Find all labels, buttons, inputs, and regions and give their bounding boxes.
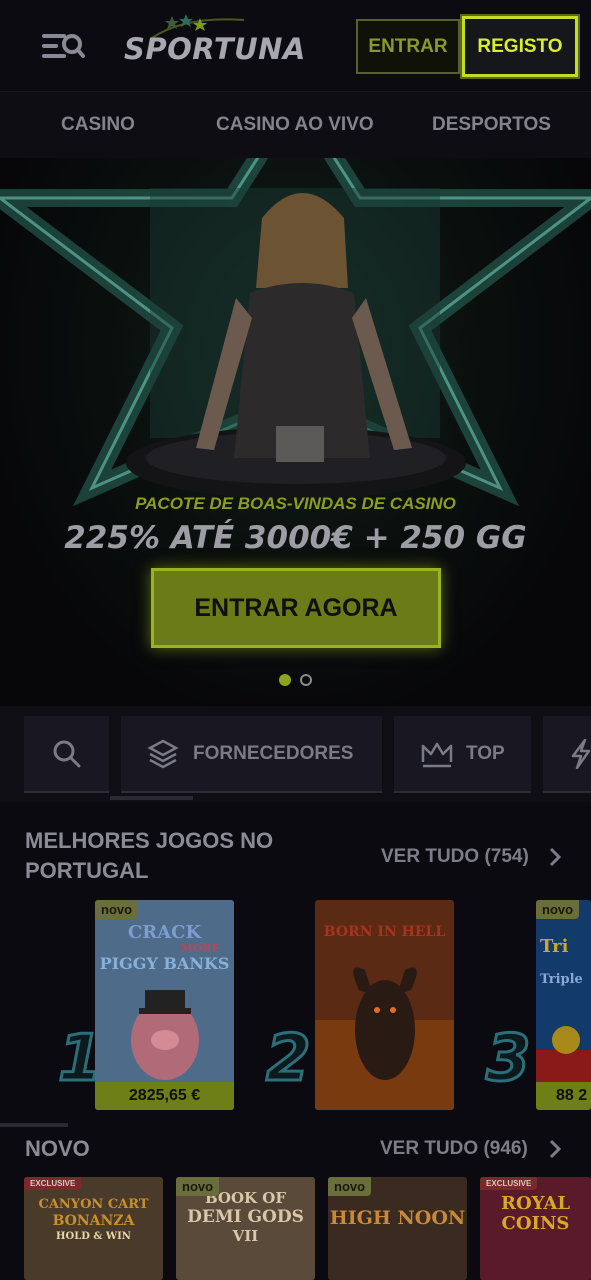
top-nav: CASINO CASINO AO VIVO DESPORTOS [0,92,591,158]
top-games-title-line2: PORTUGAL [25,858,149,883]
game-card-royal-coins[interactable]: ROYAL COINS EXCLUSIVE [480,1177,591,1280]
game-title-line: COINS [501,1213,570,1234]
new-badge: novo [176,1177,220,1196]
register-button[interactable]: REGISTO [462,16,578,77]
new-badge: novo [328,1177,372,1196]
carousel-dot-2[interactable] [300,674,312,686]
game-title-line: VII [232,1227,259,1245]
top-games-see-all[interactable]: VER TUDO (754) [381,846,529,868]
game-title-line: HIGH NOON [329,1207,466,1229]
new-badge: novo [95,900,139,919]
nav-sports[interactable]: DESPORTOS [432,114,551,136]
carousel-dot-1[interactable] [279,674,291,686]
providers-button[interactable]: FORNECEDORES [121,716,382,793]
top-label: TOP [466,742,505,764]
hero-cta-button[interactable]: ENTRAR AGORA [151,568,441,648]
jackpot-amount: 2825,65 € [95,1082,234,1110]
header: SPORTUNA ENTRAR REGISTO [0,0,591,92]
new-games-see-all[interactable]: VER TUDO (946) [380,1138,528,1160]
game-title-line: ROYAL [501,1193,570,1214]
menu-search-icon [42,34,85,58]
game-title-line: Tri [540,936,569,957]
rank-number: 3 [485,1021,533,1098]
chevron-right-icon[interactable] [548,847,562,867]
game-card-triple[interactable]: Tri Triple novo 88 2 [536,900,591,1110]
game-card-high-noon[interactable]: HIGH NOON novo [328,1177,467,1280]
new-games-title: NOVO [25,1136,90,1161]
menu-search-button[interactable] [40,28,86,66]
top-games-title: MELHORES JOGOS NO PORTUGAL [25,826,273,886]
chevron-right-icon[interactable] [548,1139,562,1159]
more-filter-button[interactable] [543,716,591,793]
game-title-line: CRACK [127,922,202,943]
jackpot-amount: 88 2 [536,1082,591,1110]
filter-bar: FORNECEDORES TOP [0,706,591,802]
nav-casino[interactable]: CASINO [61,114,135,136]
hero-subtitle: PACOTE DE BOAS-VINDAS DE CASINO [135,494,456,513]
filter-scroll-indicator [110,796,193,800]
game-title-line: BORN IN HELL [323,924,446,940]
game-title-line: DEMI GODS [187,1207,304,1227]
hero-title: 225% ATÉ 3000€ + 250 GG [64,520,527,556]
game-card-book-of-demi-gods[interactable]: BOOK OF DEMI GODS VII novo [176,1177,315,1280]
exclusive-badge: EXCLUSIVE [480,1177,538,1190]
layers-icon [147,739,179,768]
game-card-born-in-hell[interactable]: BORN IN HELL [315,900,454,1110]
top-button[interactable]: TOP [394,716,531,793]
game-card-canyon-cart-bonanza[interactable]: CANYON CART BONANZA HOLD & WIN EXCLUSIVE [24,1177,163,1280]
game-title-line: HOLD & WIN [56,1231,131,1242]
game-title-line: CANYON CART [38,1197,149,1212]
exclusive-badge: EXCLUSIVE [24,1177,82,1190]
login-button[interactable]: ENTRAR [356,19,460,74]
rank-number: 2 [265,1021,313,1098]
search-icon [53,740,80,767]
crown-icon [421,742,453,767]
sportuna-logo[interactable]: SPORTUNA [124,12,306,78]
top-games-title-line1: MELHORES JOGOS NO [25,828,274,853]
hero-banner[interactable]: PACOTE DE BOAS-VINDAS DE CASINO 225% ATÉ… [0,158,591,706]
game-card-crack-piggy-banks[interactable]: CRACK MORE PIGGY BANKS novo 2825,65 € [95,900,234,1110]
nav-live-casino[interactable]: CASINO AO VIVO [216,114,374,136]
logo-text: SPORTUNA [124,32,306,66]
new-badge: novo [536,900,580,919]
game-title-line: PIGGY BANKS [99,954,230,973]
game-thumbnail [536,900,591,1110]
lightning-icon [571,738,591,769]
providers-label: FORNECEDORES [193,742,354,764]
top-games-scroll-indicator [0,1123,68,1127]
game-title-line: Triple [540,972,583,987]
game-title-line: BONANZA [52,1213,135,1229]
search-button[interactable] [24,716,109,793]
